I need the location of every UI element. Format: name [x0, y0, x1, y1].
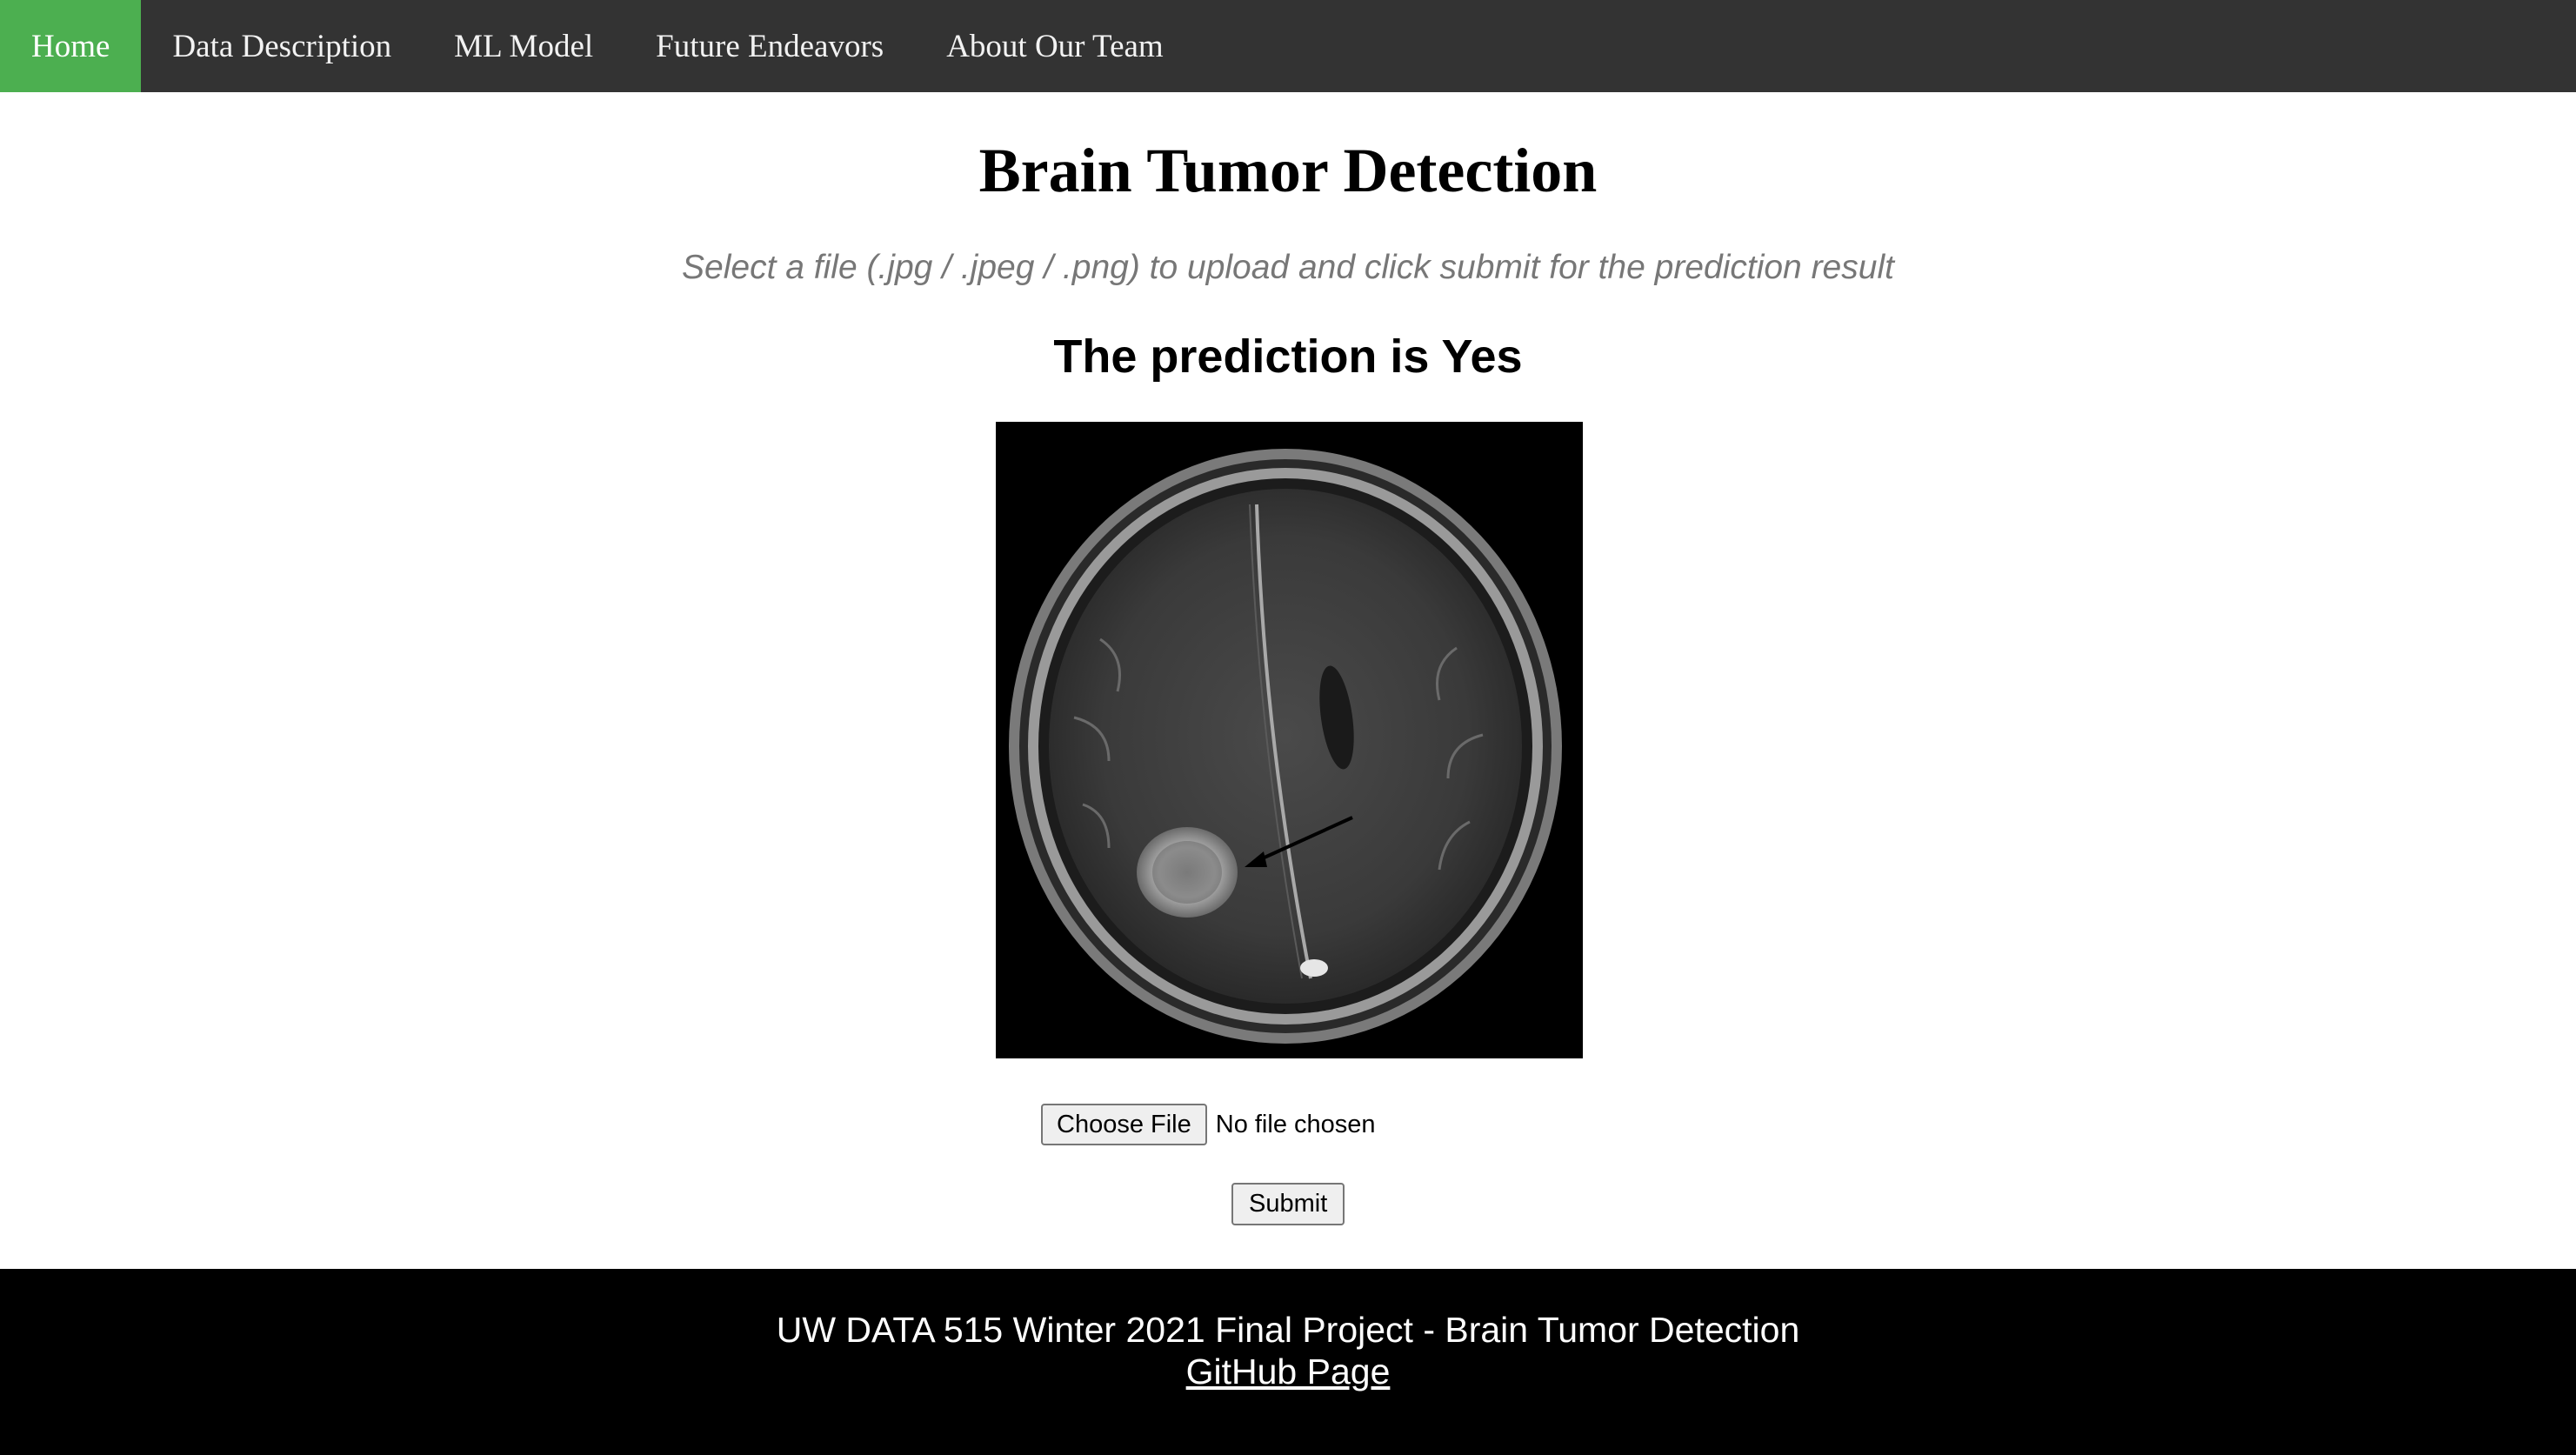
- page-title: Brain Tumor Detection: [978, 136, 1598, 205]
- nav-item-about-our-team[interactable]: About Our Team: [915, 0, 1195, 92]
- footer-link-row: GitHub Page: [0, 1351, 2576, 1392]
- prediction-result: The prediction is Yes: [1053, 330, 1523, 383]
- top-navigation: Home Data Description ML Model Future En…: [0, 0, 2576, 92]
- github-link[interactable]: GitHub Page: [1186, 1352, 1391, 1392]
- nav-item-data-description[interactable]: Data Description: [141, 0, 423, 92]
- nav-item-future-endeavors[interactable]: Future Endeavors: [624, 0, 915, 92]
- upload-instructions: Select a file (.jpg / .jpeg / .png) to u…: [682, 249, 1894, 286]
- file-input: Choose File No file chosen: [1041, 1103, 1376, 1146]
- nav-item-ml-model[interactable]: ML Model: [423, 0, 624, 92]
- file-status-text: No file chosen: [1215, 1110, 1376, 1138]
- footer: UW DATA 515 Winter 2021 Final Project - …: [0, 1269, 2576, 1455]
- footer-text: UW DATA 515 Winter 2021 Final Project - …: [776, 1310, 1800, 1350]
- nav-item-home[interactable]: Home: [0, 0, 142, 92]
- submit-button[interactable]: Submit: [1231, 1183, 1345, 1225]
- mri-scan-image: [996, 422, 1583, 1058]
- choose-file-button[interactable]: Choose File: [1041, 1104, 1207, 1145]
